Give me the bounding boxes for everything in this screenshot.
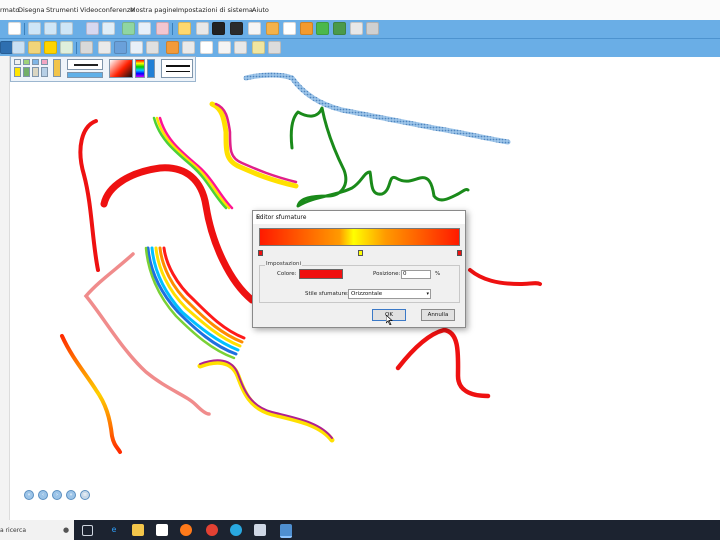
next-page-icon[interactable]: › [52,490,62,500]
position-unit: % [435,271,441,277]
pink-stroke [83,252,211,416]
gradient-stop-start[interactable] [258,250,263,256]
last-page-icon[interactable]: » [66,490,76,500]
gradient-stroke [60,334,122,454]
microphone-icon[interactable]: ● [60,524,72,536]
gradient-stop-end[interactable] [457,250,462,256]
firefox-icon[interactable] [180,524,192,536]
chevron-down-icon: ▾ [426,291,429,297]
dialog-title-bar[interactable]: Editor sfumature × [253,211,465,224]
red-stroke-right [468,268,542,287]
position-input[interactable]: 0 [401,270,431,279]
mouse-cursor-icon [386,315,393,325]
task-view-icon[interactable] [82,525,93,536]
gradient-style-select[interactable]: Orizzontale ▾ [348,289,431,299]
rainbow-stroke-lower [144,246,246,360]
yellow-magenta-stroke [209,101,299,189]
gradient-style-label: Stile sfumature: [305,291,349,297]
page-list-icon[interactable]: ≡ [80,490,90,500]
messaging-app-icon[interactable] [230,524,242,536]
magenta-yellow-stroke [197,359,335,443]
cancel-button[interactable]: Annulla [421,309,455,321]
gradient-stop-middle[interactable] [358,250,363,256]
gradient-style-value: Orizzontale [351,291,383,297]
chrome-icon[interactable] [206,524,218,536]
edge-browser-icon[interactable]: e [108,524,120,536]
position-label: Posizione: [373,271,401,277]
color-picker-button[interactable] [299,269,343,279]
search-input[interactable]: a ricerca [0,527,26,534]
file-explorer-icon[interactable] [132,524,144,536]
pen-app-icon[interactable] [254,524,266,536]
previous-page-icon[interactable]: ‹ [38,490,48,500]
gradient-preview-bar[interactable] [259,228,460,246]
red-stroke-right [395,327,491,399]
close-icon[interactable]: × [256,214,461,221]
windows-taskbar: a ricerca ● e [0,520,720,540]
red-stroke [78,119,100,272]
store-icon[interactable] [156,524,168,536]
settings-group-label: Impostazioni [265,261,303,267]
gradient-editor-dialog: Editor sfumature × Impostazioni Colore: … [252,210,466,328]
first-page-icon[interactable]: « [24,490,34,500]
green-stroke [289,106,470,208]
rainbow-stroke-upper [152,116,234,210]
color-label: Colore: [277,271,297,277]
blue-textured-stroke [243,72,511,145]
whiteboard-app-icon[interactable] [280,524,292,538]
